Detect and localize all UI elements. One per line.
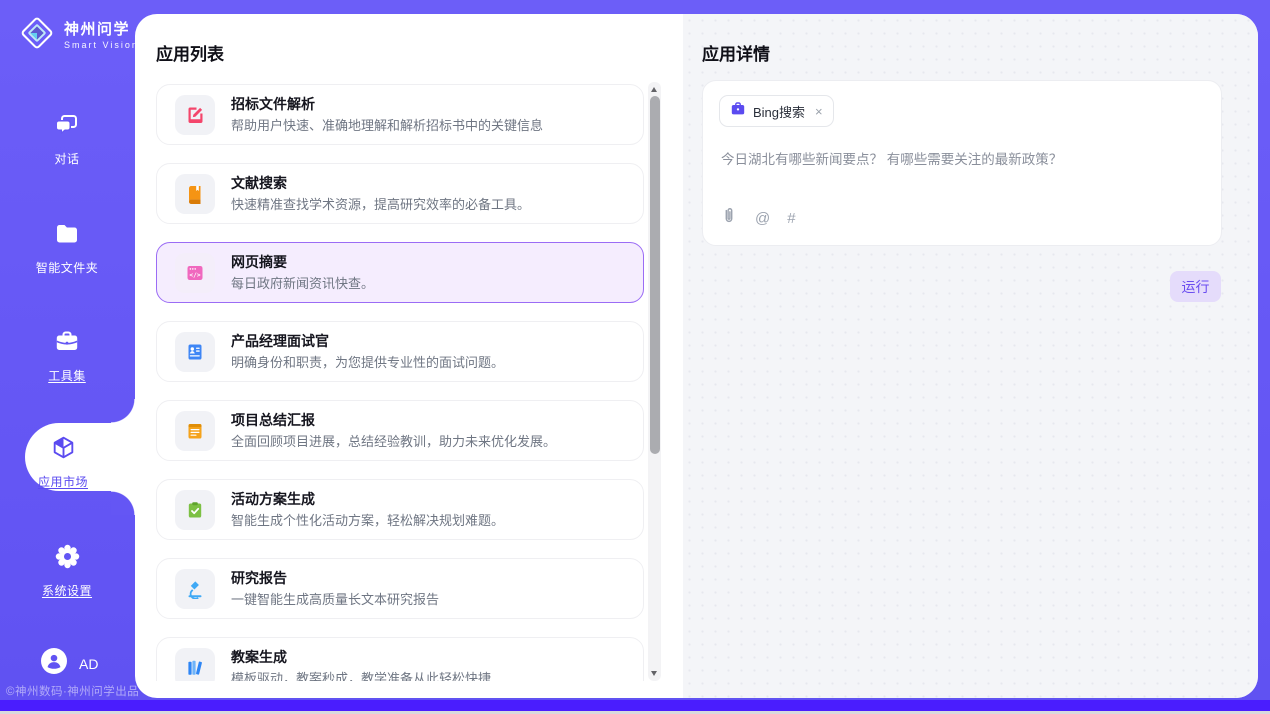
app-card-event-plan[interactable]: 活动方案生成 智能生成个性化活动方案，轻松解决规划难题。 (156, 479, 644, 540)
app-detail-title: 应用详情 (702, 40, 770, 65)
tool-tag-bing-search[interactable]: Bing搜索 × (719, 95, 834, 127)
app-name: 研究报告 (231, 570, 439, 587)
gear-icon (54, 543, 81, 575)
at-mention-icon[interactable]: @ (755, 211, 770, 226)
copyright-text: ©神州数码·神州问学出品 (6, 683, 139, 699)
query-text[interactable]: 今日湖北有哪些新闻要点？ 有哪些需要关注的最新政策？ (721, 151, 1201, 170)
list-scrollbar[interactable] (648, 82, 661, 681)
edit-doc-icon (175, 95, 215, 135)
tag-close-icon[interactable]: × (815, 104, 823, 119)
avatar (41, 648, 67, 679)
sidebar-item-label: 系统设置 (42, 582, 92, 599)
resume-icon (175, 332, 215, 372)
sidebar-item-app-market[interactable]: 应用市场 (0, 434, 126, 490)
clipboard-check-icon (175, 490, 215, 530)
brand-subtitle: Smart Vision (64, 40, 139, 50)
tool-tag-label: Bing搜索 (753, 102, 805, 121)
svg-text:</>: </> (189, 272, 200, 279)
scroll-down-arrow-icon[interactable] (651, 671, 657, 676)
briefcase-icon (730, 101, 746, 122)
cube-icon (50, 434, 77, 466)
app-description: 一键智能生成高质量长文本研究报告 (231, 592, 439, 608)
app-description: 全面回顾项目进展，总结经验教训，助力未来优化发展。 (231, 434, 556, 450)
app-card-web-summary[interactable]: </> 网页摘要 每日政府新闻资讯快查。 (156, 242, 644, 303)
app-description: 智能生成个性化活动方案，轻松解决规划难题。 (231, 513, 504, 529)
app-name: 项目总结汇报 (231, 412, 556, 429)
brand-logo: 神州问学 Smart Vision (18, 14, 139, 57)
app-description: 快速精准查找学术资源，提高研究效率的必备工具。 (231, 197, 530, 213)
sidebar-item-label: 智能文件夹 (36, 259, 99, 276)
bubble-corner-bottom (111, 491, 135, 515)
books-icon (175, 648, 215, 682)
app-description: 每日政府新闻资讯快查。 (231, 276, 374, 292)
run-button[interactable]: 运行 (1170, 271, 1221, 302)
app-card-lesson-plan[interactable]: 教案生成 模板驱动，教案秒成，教学准备从此轻松快捷 (156, 637, 644, 681)
app-description: 模板驱动，教案秒成，教学准备从此轻松快捷 (231, 671, 491, 681)
chat-icon (54, 112, 80, 143)
microscope-icon (175, 569, 215, 609)
app-name: 活动方案生成 (231, 491, 504, 508)
web-code-icon: </> (175, 253, 215, 293)
app-card-project-summary[interactable]: 项目总结汇报 全面回顾项目进展，总结经验教训，助力未来优化发展。 (156, 400, 644, 461)
app-name: 产品经理面试官 (231, 333, 504, 350)
sidebar-item-smart-folder[interactable]: 智能文件夹 (0, 221, 134, 276)
app-card-research-report[interactable]: 研究报告 一键智能生成高质量长文本研究报告 (156, 558, 644, 619)
sidebar-item-label: 工具集 (48, 367, 86, 384)
toolbox-icon (54, 329, 80, 360)
folder-icon (54, 221, 80, 252)
brand-name: 神州问学 (64, 21, 139, 40)
sidebar-item-label: 应用市场 (38, 473, 88, 490)
main-content: 应用列表 招标文件解析 帮助用户快速、准确地理解和解析招标书中的关键信息 (135, 14, 1258, 698)
scrollbar-thumb[interactable] (650, 96, 660, 454)
sidebar-item-toolset[interactable]: 工具集 (0, 329, 134, 384)
user-initials: AD (79, 656, 98, 672)
sidebar-item-settings[interactable]: 系统设置 (0, 543, 134, 599)
app-name: 文献搜索 (231, 175, 530, 192)
app-detail-panel: 应用详情 Bing搜索 × 今日湖北有哪些新闻要点？ 有哪些需要关注的最新政策？ (683, 14, 1258, 698)
app-list: 招标文件解析 帮助用户快速、准确地理解和解析招标书中的关键信息 文献搜索 快速精… (156, 84, 648, 681)
notepad-icon (175, 411, 215, 451)
input-toolbar: @ # (720, 206, 796, 230)
query-input-card[interactable]: Bing搜索 × 今日湖北有哪些新闻要点？ 有哪些需要关注的最新政策？ @ # (702, 80, 1222, 246)
app-description: 明确身份和职责，为您提供专业性的面试问题。 (231, 355, 504, 371)
diamond-logo-icon (18, 14, 56, 57)
bubble-corner-top (111, 399, 135, 423)
app-card-bid-doc-analysis[interactable]: 招标文件解析 帮助用户快速、准确地理解和解析招标书中的关键信息 (156, 84, 644, 145)
app-name: 教案生成 (231, 649, 491, 666)
book-icon (175, 174, 215, 214)
app-card-literature-search[interactable]: 文献搜索 快速精准查找学术资源，提高研究效率的必备工具。 (156, 163, 644, 224)
user-account[interactable]: AD (41, 648, 98, 679)
app-description: 帮助用户快速、准确地理解和解析招标书中的关键信息 (231, 118, 543, 134)
sidebar-item-chat[interactable]: 对话 (0, 112, 134, 167)
scroll-up-arrow-icon[interactable] (651, 87, 657, 92)
bottom-bar (0, 700, 1270, 711)
hash-topic-icon[interactable]: # (787, 211, 795, 226)
app-card-pm-interviewer[interactable]: 产品经理面试官 明确身份和职责，为您提供专业性的面试问题。 (156, 321, 644, 382)
app-name: 招标文件解析 (231, 96, 543, 113)
app-list-title: 应用列表 (156, 40, 224, 65)
paperclip-icon[interactable] (720, 206, 738, 230)
sidebar-item-label: 对话 (54, 150, 79, 167)
app-window: 神州问学 Smart Vision 对话 智能文件夹 (0, 0, 1270, 714)
app-name: 网页摘要 (231, 254, 374, 271)
